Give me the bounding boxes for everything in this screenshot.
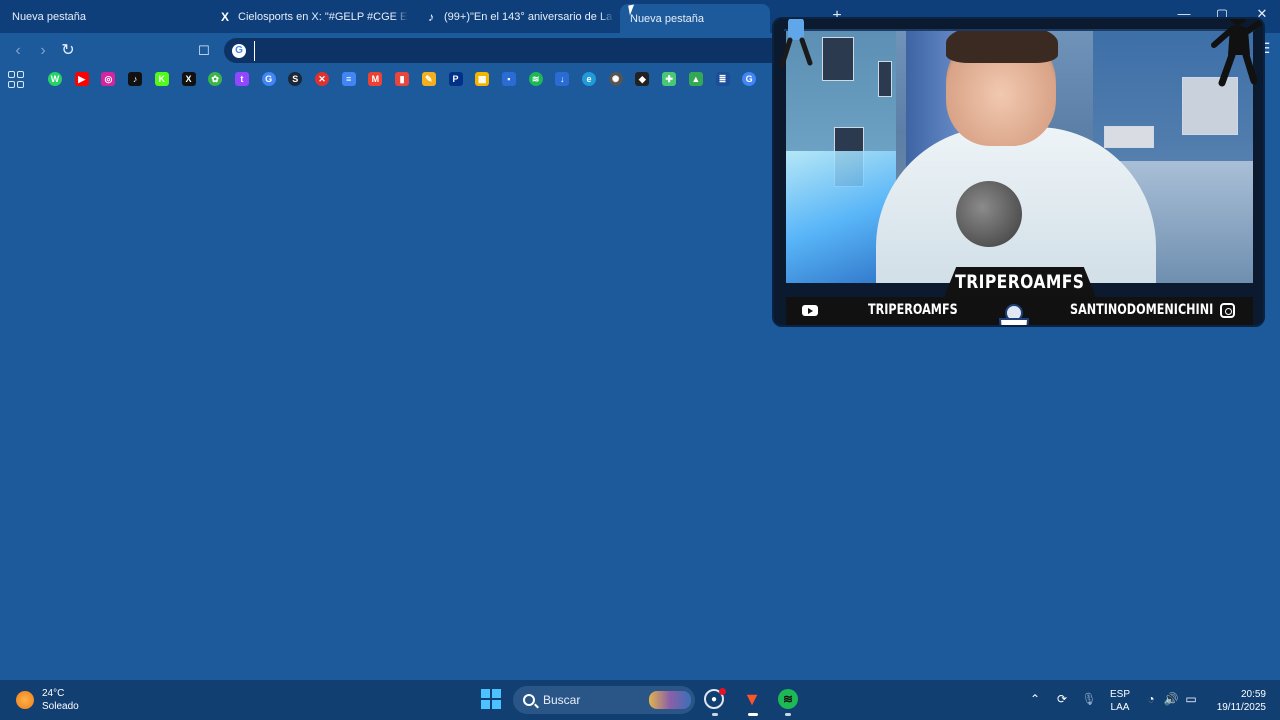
bookmarks-bar: W ▶ ◎ ♪ K X ✿ t G S ✕ ≡ M ▮ ✎ P ▦ ▪ ≋ ↓ e ✺ ◆ ✚ ▲ ≣ G [0, 67, 780, 93]
apps-grid-icon[interactable] [8, 71, 26, 89]
kick-icon[interactable]: K [154, 72, 169, 86]
app-icon-red[interactable]: ✕ [315, 72, 329, 86]
chevron-up-icon[interactable]: ⌃ [1027, 691, 1043, 707]
openai-icon[interactable]: ✺ [608, 72, 623, 86]
whatsapp-icon[interactable]: W [48, 72, 62, 86]
tab-title: Nueva pestaña [630, 12, 704, 25]
language-indicator[interactable]: ESP LAA [1110, 688, 1130, 714]
instagram-icon [1220, 303, 1235, 318]
paypal-icon[interactable]: P [448, 72, 463, 86]
google-icon[interactable]: G [261, 72, 276, 86]
apps-blocks-icon[interactable]: ▪ [501, 72, 516, 86]
microphone-icon[interactable]: 🎙 [1081, 691, 1097, 707]
taskbar-search[interactable]: Buscar [513, 686, 695, 714]
twitch-icon[interactable]: t [234, 72, 249, 86]
tab-cielosports[interactable]: X Cielosports en X: "#GELP #CGE Esta n [208, 4, 408, 29]
recording-badge [719, 688, 726, 695]
google-icon: G [232, 43, 246, 58]
analytics-icon[interactable]: ▮ [395, 72, 410, 86]
weather-desc: Soleado [42, 701, 79, 712]
puzzle-icon[interactable]: ✚ [662, 72, 677, 86]
weather-widget[interactable]: 24°C Soleado [16, 687, 79, 713]
player-figure-right-icon [1211, 19, 1263, 87]
trophy-ball [956, 181, 1022, 247]
windows-start-icon[interactable] [481, 689, 501, 709]
tab-title: Nueva pestaña [12, 10, 86, 23]
weather-temp: 24°C [42, 688, 65, 699]
tab-title: Cielosports en X: "#GELP #CGE Esta n [238, 10, 408, 23]
spotify-icon[interactable]: ≋ [528, 72, 543, 86]
extension-icon[interactable]: ✿ [208, 72, 223, 86]
drive-icon[interactable]: ▲ [688, 72, 703, 86]
wifi-icon[interactable]: ◔ [1143, 691, 1159, 707]
pencil-icon[interactable]: ✎ [421, 72, 436, 86]
google-icon-2[interactable]: G [742, 72, 757, 86]
player-figure-left-icon [779, 19, 813, 68]
steam-icon[interactable]: S [288, 72, 303, 86]
forward-button[interactable]: › [32, 40, 54, 62]
gmail-icon[interactable]: M [368, 72, 383, 86]
battery-icon[interactable]: ▭ [1183, 691, 1199, 707]
tab-new-tab-1[interactable]: Nueva pestaña [2, 4, 202, 29]
tab-tiktok[interactable]: ♪ (99+)"En el 143° aniversario de La Pla [414, 4, 614, 29]
instagram-icon[interactable]: ◎ [101, 72, 116, 86]
tiktok-icon: ♪ [428, 9, 434, 24]
reload-button[interactable]: ↻ [57, 40, 79, 62]
tab-title: (99+)"En el 143° aniversario de La Pla [444, 10, 614, 23]
club-crest-icon [998, 304, 1030, 325]
download-icon[interactable]: ↓ [555, 72, 570, 86]
clock-date: 19/11/2025 [1216, 702, 1266, 713]
x-icon: X [220, 9, 229, 24]
youtube-icon [802, 305, 818, 316]
address-bar[interactable]: G [224, 38, 784, 63]
sun-icon [16, 691, 34, 709]
stack-icon[interactable]: ≣ [715, 72, 730, 86]
webcam-video [786, 31, 1253, 283]
docs-icon[interactable]: ≡ [341, 72, 356, 86]
calendar-icon[interactable]: ▦ [475, 72, 490, 86]
sync-icon[interactable]: ⟳ [1054, 691, 1070, 707]
diamond-icon[interactable]: ◆ [635, 72, 650, 86]
tab-new-tab-active[interactable]: Nueva pestaña [620, 4, 770, 33]
spotify-app-icon[interactable]: ≋ [778, 689, 798, 709]
address-input[interactable] [254, 40, 754, 61]
instagram-handle: SANTINODOMENICHINI [1070, 302, 1214, 318]
edge-icon[interactable]: e [582, 72, 596, 86]
webcam-overlay: TRIPEROAMFS TRIPEROAMFS SANTINODOMENICHI… [772, 17, 1265, 327]
search-label: Buscar [543, 693, 581, 707]
name-plate: TRIPEROAMFS [944, 267, 1096, 297]
clock[interactable]: 20:59 19/11/2025 [1206, 688, 1266, 714]
x-icon[interactable]: X [181, 72, 196, 86]
search-icon [523, 694, 535, 706]
bookmark-page-button[interactable]: ☐ [193, 40, 215, 62]
taskbar: 24°C Soleado Buscar ● ▼ ≋ ⌃ ⟳ 🎙 ESP LAA … [0, 680, 1280, 720]
youtube-handle: TRIPEROAMFS [868, 302, 958, 318]
youtube-icon[interactable]: ▶ [74, 72, 89, 86]
tiktok-icon[interactable]: ♪ [128, 72, 143, 86]
search-highlight-image [649, 691, 691, 709]
back-button[interactable]: ‹ [7, 40, 29, 62]
clock-time: 20:59 [1240, 689, 1266, 700]
volume-icon[interactable]: 🔊 [1163, 691, 1179, 707]
brave-browser-icon[interactable]: ▼ [741, 688, 763, 710]
